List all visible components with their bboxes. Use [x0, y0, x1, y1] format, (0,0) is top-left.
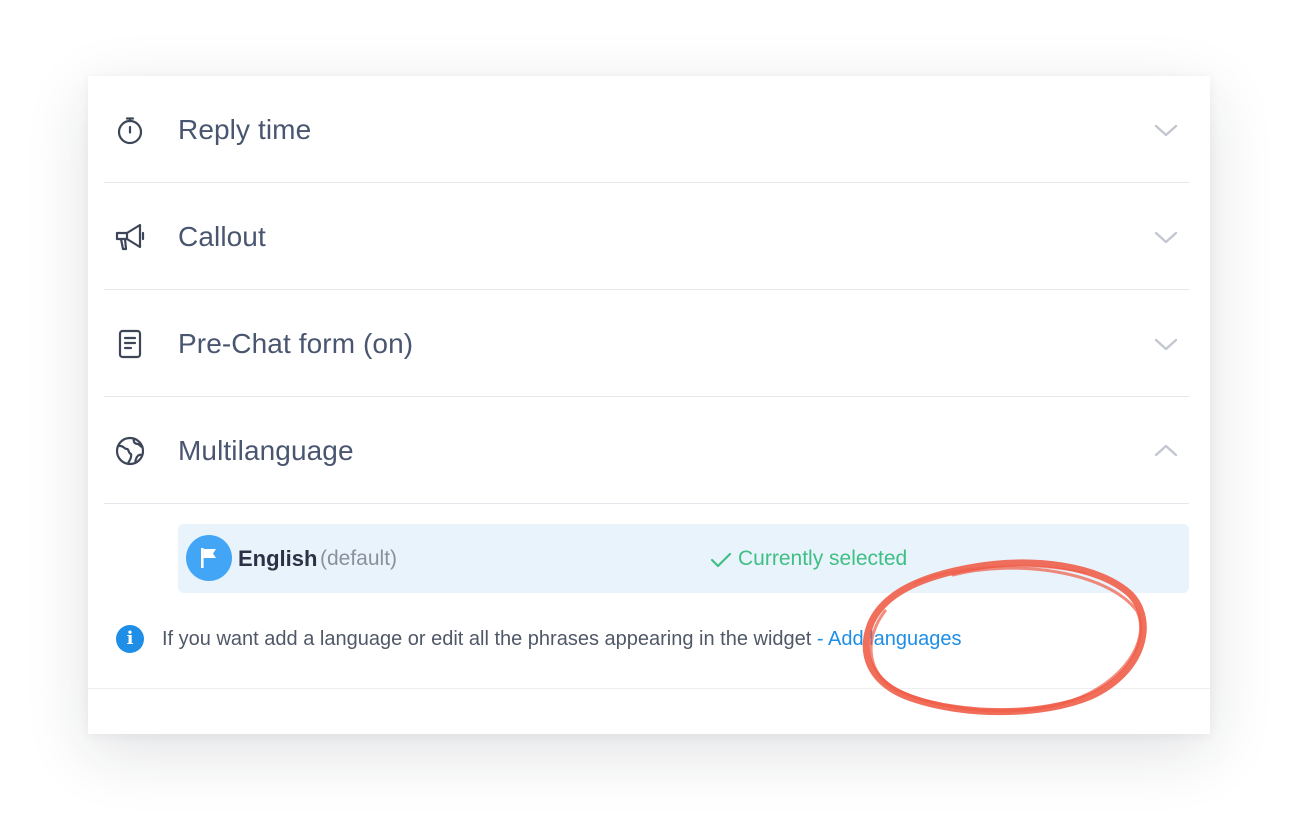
add-languages-link[interactable]: - Add languages [817, 628, 962, 650]
selected-status-text: Currently selected [738, 547, 908, 570]
section-pre-chat-form[interactable]: Pre-Chat form (on) [104, 290, 1189, 397]
info-icon: i [116, 625, 144, 653]
section-title: Reply time [178, 114, 312, 145]
section-callout[interactable]: Callout [104, 183, 1189, 290]
info-text: If you want add a language or edit all t… [162, 627, 961, 651]
chevron-up-icon[interactable] [1153, 438, 1179, 464]
settings-panel: Reply time Callout Pre-Chat form (on) Mu… [88, 76, 1210, 734]
language-default-label: (default) [320, 547, 398, 570]
stopwatch-icon [114, 114, 146, 146]
info-message: If you want add a language or edit all t… [162, 628, 812, 650]
language-row-english[interactable]: English (default) Currently selected [178, 524, 1189, 593]
language-name: English [238, 546, 318, 571]
form-icon [114, 328, 146, 360]
divider [88, 688, 1210, 689]
section-title: Pre-Chat form (on) [178, 328, 414, 359]
info-row: i If you want add a language or edit all… [116, 622, 1176, 653]
section-title: Callout [178, 221, 266, 252]
info-icon-glyph: i [126, 628, 134, 649]
checkmark-icon [710, 552, 732, 568]
chevron-down-icon[interactable] [1153, 224, 1179, 250]
chevron-down-icon[interactable] [1153, 117, 1179, 143]
globe-icon [114, 435, 146, 467]
flag-icon [186, 535, 232, 581]
chevron-down-icon[interactable] [1153, 331, 1179, 357]
selected-status: Currently selected [710, 546, 907, 572]
section-multilanguage[interactable]: Multilanguage [104, 397, 1189, 504]
section-reply-time[interactable]: Reply time [104, 76, 1189, 183]
megaphone-icon [114, 221, 146, 253]
section-title: Multilanguage [178, 435, 354, 466]
page: Reply time Callout Pre-Chat form (on) Mu… [0, 0, 1300, 834]
